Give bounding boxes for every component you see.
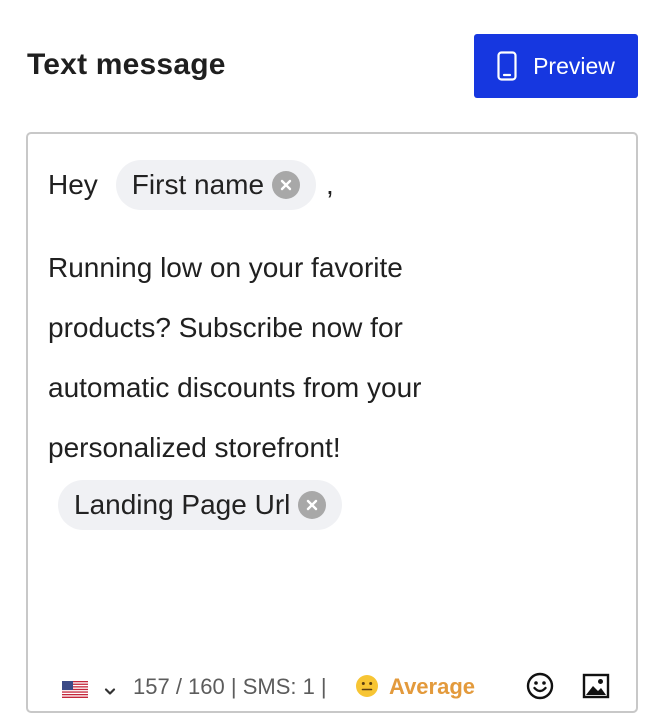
remove-first-name-tag-icon[interactable]	[272, 171, 301, 199]
remove-url-tag-icon[interactable]	[298, 491, 327, 519]
message-line: personalized storefront!	[48, 432, 341, 463]
landing-page-url-tag[interactable]: Landing Page Url	[58, 480, 343, 530]
first-name-tag-label: First name	[131, 169, 265, 200]
image-icon[interactable]	[582, 672, 610, 706]
message-line: products? Subscribe now for	[48, 312, 403, 343]
smiley-icon[interactable]	[526, 672, 554, 706]
greeting-line: Hey First name ,	[48, 160, 334, 210]
comma-text: ,	[326, 169, 334, 200]
page-title: Text message	[27, 48, 226, 81]
phone-icon	[497, 51, 517, 81]
first-name-tag[interactable]: First name	[115, 160, 317, 210]
quality-rating: Average	[389, 674, 476, 699]
greeting-text: Hey	[48, 169, 98, 200]
preview-button[interactable]: Preview	[474, 34, 638, 98]
editor-footer: 157 / 160 | SMS: 1 | Average	[28, 664, 636, 708]
landing-page-url-tag-label: Landing Page Url	[74, 489, 291, 520]
message-body: Running low on your favorite products? S…	[48, 238, 608, 478]
neutral-face-icon	[355, 674, 379, 704]
chevron-down-icon[interactable]	[104, 678, 116, 704]
message-line: automatic discounts from your	[48, 372, 422, 403]
header: Text message Preview	[27, 34, 638, 98]
preview-label: Preview	[533, 52, 615, 79]
message-editor[interactable]: Hey First name , Running low on your fav…	[26, 132, 638, 713]
character-counter: 157 / 160 | SMS: 1 |	[133, 674, 327, 699]
message-line: Running low on your favorite	[48, 252, 403, 283]
us-flag-icon[interactable]	[62, 678, 88, 698]
